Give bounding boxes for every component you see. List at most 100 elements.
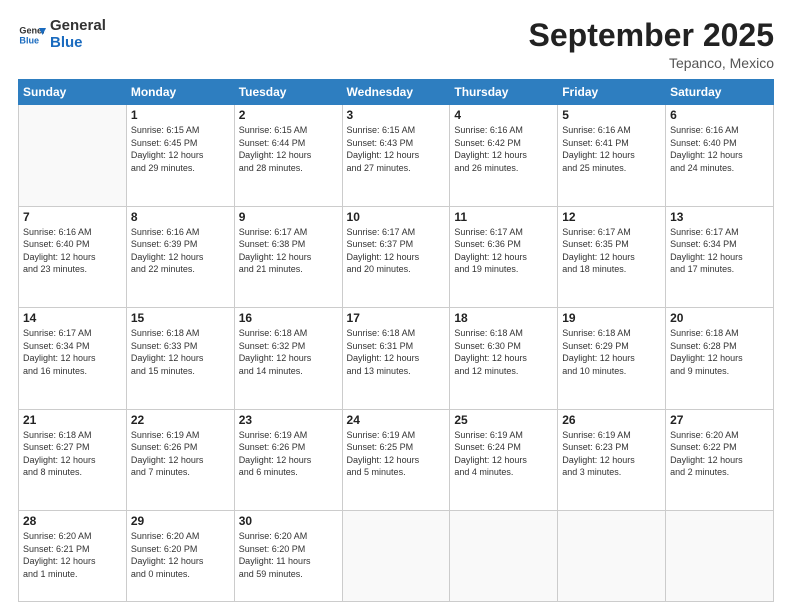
calendar-cell: 30 Sunrise: 6:20 AM Sunset: 6:20 PM Dayli… (234, 511, 342, 602)
day-number: 20 (670, 311, 769, 325)
day-number: 22 (131, 413, 230, 427)
day-info: Sunrise: 6:19 AM Sunset: 6:24 PM Dayligh… (454, 429, 553, 479)
day-number: 14 (23, 311, 122, 325)
day-info: Sunrise: 6:19 AM Sunset: 6:26 PM Dayligh… (131, 429, 230, 479)
day-number: 1 (131, 108, 230, 122)
day-info: Sunrise: 6:18 AM Sunset: 6:32 PM Dayligh… (239, 327, 338, 377)
calendar-cell: 28 Sunrise: 6:20 AM Sunset: 6:21 PM Dayli… (19, 511, 127, 602)
day-number: 21 (23, 413, 122, 427)
calendar-cell: 12 Sunrise: 6:17 AM Sunset: 6:35 PM Dayli… (558, 206, 666, 307)
day-info: Sunrise: 6:20 AM Sunset: 6:22 PM Dayligh… (670, 429, 769, 479)
calendar-cell: 5 Sunrise: 6:16 AM Sunset: 6:41 PM Daylig… (558, 105, 666, 206)
calendar-cell: 27Sunrise: 6:20 AM Sunset: 6:22 PM Dayli… (666, 409, 774, 510)
day-info: Sunrise: 6:17 AM Sunset: 6:35 PM Dayligh… (562, 226, 661, 276)
day-info: Sunrise: 6:15 AM Sunset: 6:43 PM Dayligh… (347, 124, 446, 174)
day-info: Sunrise: 6:19 AM Sunset: 6:26 PM Dayligh… (239, 429, 338, 479)
title-block: September 2025 Tepanco, Mexico (529, 18, 774, 71)
calendar-cell: 14 Sunrise: 6:17 AM Sunset: 6:34 PM Dayli… (19, 308, 127, 409)
day-number: 9 (239, 210, 338, 224)
day-info: Sunrise: 6:19 AM Sunset: 6:23 PM Dayligh… (562, 429, 661, 479)
calendar-cell (342, 511, 450, 602)
weekday-header-wednesday: Wednesday (342, 80, 450, 105)
calendar-cell: 2Sunrise: 6:15 AM Sunset: 6:44 PM Daylig… (234, 105, 342, 206)
day-number: 6 (670, 108, 769, 122)
calendar-cell: 18 Sunrise: 6:18 AM Sunset: 6:30 PM Dayli… (450, 308, 558, 409)
calendar-cell: 17 Sunrise: 6:18 AM Sunset: 6:31 PM Dayli… (342, 308, 450, 409)
day-info: Sunrise: 6:18 AM Sunset: 6:28 PM Dayligh… (670, 327, 769, 377)
calendar-week-row: 21 Sunrise: 6:18 AM Sunset: 6:27 PM Dayli… (19, 409, 774, 510)
day-info: Sunrise: 6:17 AM Sunset: 6:34 PM Dayligh… (23, 327, 122, 377)
logo-general: General (50, 18, 106, 35)
calendar-cell: 22 Sunrise: 6:19 AM Sunset: 6:26 PM Dayli… (126, 409, 234, 510)
calendar-cell: 8 Sunrise: 6:16 AM Sunset: 6:39 PM Daylig… (126, 206, 234, 307)
page: General Blue General Blue September 2025… (0, 0, 792, 612)
calendar-cell: 6Sunrise: 6:16 AM Sunset: 6:40 PM Daylig… (666, 105, 774, 206)
calendar-cell: 1Sunrise: 6:15 AM Sunset: 6:45 PM Daylig… (126, 105, 234, 206)
calendar-cell (558, 511, 666, 602)
day-number: 28 (23, 514, 122, 528)
calendar-week-row: 1Sunrise: 6:15 AM Sunset: 6:45 PM Daylig… (19, 105, 774, 206)
calendar-cell: 24Sunrise: 6:19 AM Sunset: 6:25 PM Dayli… (342, 409, 450, 510)
day-number: 4 (454, 108, 553, 122)
calendar-week-row: 28 Sunrise: 6:20 AM Sunset: 6:21 PM Dayli… (19, 511, 774, 602)
day-info: Sunrise: 6:20 AM Sunset: 6:20 PM Dayligh… (131, 530, 230, 580)
day-info: Sunrise: 6:17 AM Sunset: 6:34 PM Dayligh… (670, 226, 769, 276)
calendar-cell (450, 511, 558, 602)
day-info: Sunrise: 6:18 AM Sunset: 6:30 PM Dayligh… (454, 327, 553, 377)
day-number: 7 (23, 210, 122, 224)
day-info: Sunrise: 6:16 AM Sunset: 6:40 PM Dayligh… (23, 226, 122, 276)
weekday-header-sunday: Sunday (19, 80, 127, 105)
day-info: Sunrise: 6:15 AM Sunset: 6:44 PM Dayligh… (239, 124, 338, 174)
logo-blue: Blue (50, 35, 106, 52)
calendar-cell: 21 Sunrise: 6:18 AM Sunset: 6:27 PM Dayli… (19, 409, 127, 510)
day-info: Sunrise: 6:17 AM Sunset: 6:37 PM Dayligh… (347, 226, 446, 276)
weekday-header-tuesday: Tuesday (234, 80, 342, 105)
calendar-table: SundayMondayTuesdayWednesdayThursdayFrid… (18, 79, 774, 602)
calendar-cell: 19Sunrise: 6:18 AM Sunset: 6:29 PM Dayli… (558, 308, 666, 409)
day-info: Sunrise: 6:16 AM Sunset: 6:39 PM Dayligh… (131, 226, 230, 276)
day-number: 18 (454, 311, 553, 325)
location: Tepanco, Mexico (529, 55, 774, 71)
calendar-cell: 23Sunrise: 6:19 AM Sunset: 6:26 PM Dayli… (234, 409, 342, 510)
weekday-header-row: SundayMondayTuesdayWednesdayThursdayFrid… (19, 80, 774, 105)
day-number: 8 (131, 210, 230, 224)
day-info: Sunrise: 6:20 AM Sunset: 6:21 PM Dayligh… (23, 530, 122, 580)
day-number: 3 (347, 108, 446, 122)
calendar-cell: 7 Sunrise: 6:16 AM Sunset: 6:40 PM Daylig… (19, 206, 127, 307)
weekday-header-monday: Monday (126, 80, 234, 105)
day-info: Sunrise: 6:16 AM Sunset: 6:41 PM Dayligh… (562, 124, 661, 174)
day-number: 17 (347, 311, 446, 325)
day-number: 16 (239, 311, 338, 325)
day-info: Sunrise: 6:18 AM Sunset: 6:27 PM Dayligh… (23, 429, 122, 479)
calendar-cell: 15Sunrise: 6:18 AM Sunset: 6:33 PM Dayli… (126, 308, 234, 409)
day-info: Sunrise: 6:18 AM Sunset: 6:33 PM Dayligh… (131, 327, 230, 377)
day-number: 5 (562, 108, 661, 122)
calendar-cell: 13Sunrise: 6:17 AM Sunset: 6:34 PM Dayli… (666, 206, 774, 307)
svg-text:Blue: Blue (19, 35, 39, 45)
calendar-cell (19, 105, 127, 206)
weekday-header-friday: Friday (558, 80, 666, 105)
weekday-header-thursday: Thursday (450, 80, 558, 105)
logo: General Blue General Blue (18, 18, 106, 51)
day-number: 24 (347, 413, 446, 427)
calendar-cell: 3 Sunrise: 6:15 AM Sunset: 6:43 PM Daylig… (342, 105, 450, 206)
day-info: Sunrise: 6:18 AM Sunset: 6:31 PM Dayligh… (347, 327, 446, 377)
calendar-cell: 26 Sunrise: 6:19 AM Sunset: 6:23 PM Dayli… (558, 409, 666, 510)
logo-icon: General Blue (18, 21, 46, 49)
day-number: 12 (562, 210, 661, 224)
calendar-cell: 9Sunrise: 6:17 AM Sunset: 6:38 PM Daylig… (234, 206, 342, 307)
day-info: Sunrise: 6:16 AM Sunset: 6:42 PM Dayligh… (454, 124, 553, 174)
calendar-cell: 4 Sunrise: 6:16 AM Sunset: 6:42 PM Daylig… (450, 105, 558, 206)
calendar-week-row: 14 Sunrise: 6:17 AM Sunset: 6:34 PM Dayli… (19, 308, 774, 409)
day-number: 29 (131, 514, 230, 528)
weekday-header-saturday: Saturday (666, 80, 774, 105)
day-number: 26 (562, 413, 661, 427)
day-number: 30 (239, 514, 338, 528)
month-title: September 2025 (529, 18, 774, 53)
calendar-cell: 20 Sunrise: 6:18 AM Sunset: 6:28 PM Dayli… (666, 308, 774, 409)
day-info: Sunrise: 6:20 AM Sunset: 6:20 PM Dayligh… (239, 530, 338, 580)
calendar-cell: 10Sunrise: 6:17 AM Sunset: 6:37 PM Dayli… (342, 206, 450, 307)
day-info: Sunrise: 6:17 AM Sunset: 6:36 PM Dayligh… (454, 226, 553, 276)
calendar-cell: 25Sunrise: 6:19 AM Sunset: 6:24 PM Dayli… (450, 409, 558, 510)
calendar-cell: 16 Sunrise: 6:18 AM Sunset: 6:32 PM Dayli… (234, 308, 342, 409)
